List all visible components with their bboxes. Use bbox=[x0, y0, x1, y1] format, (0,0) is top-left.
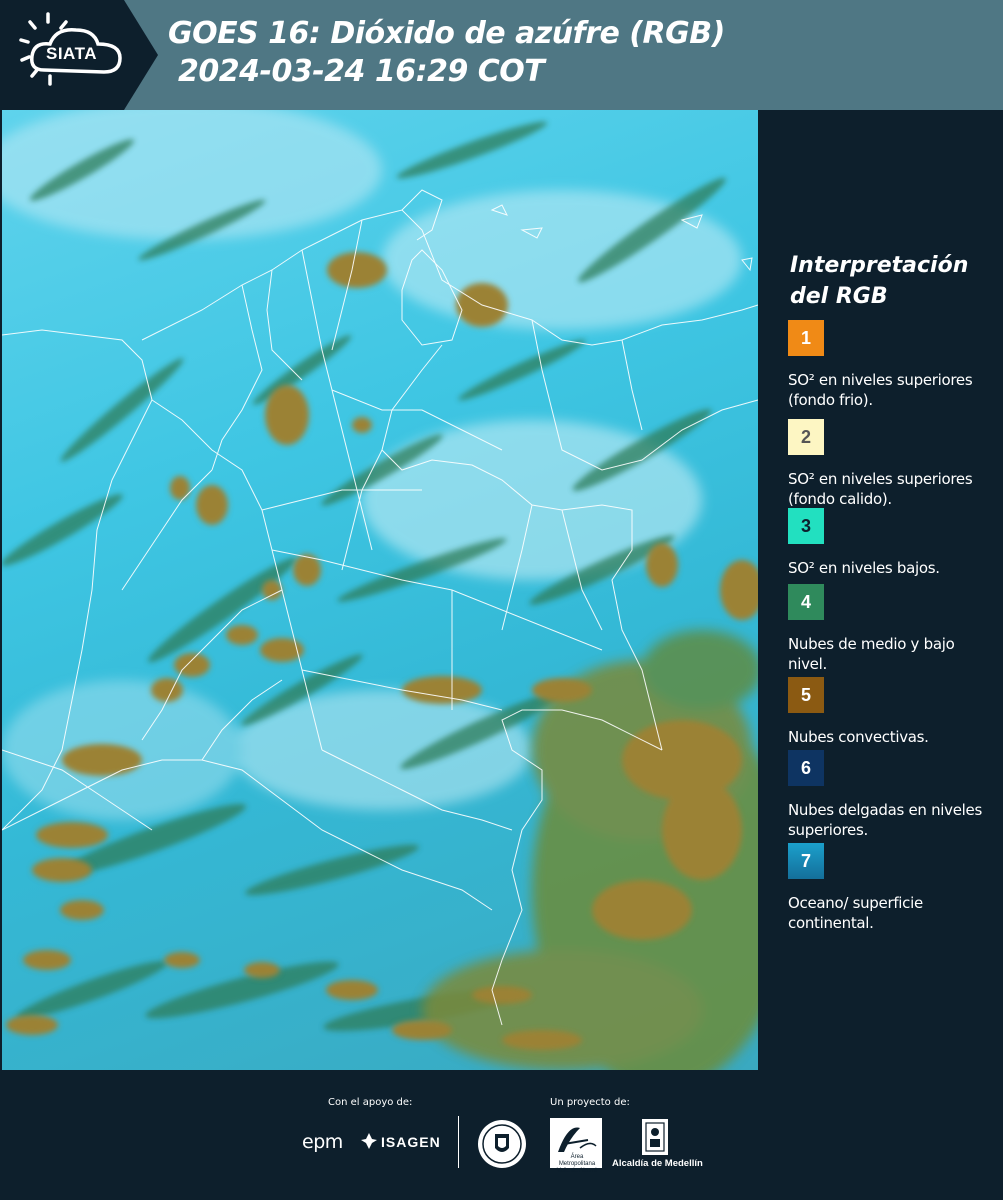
legend-description: Oceano/ superficie continental. bbox=[788, 894, 923, 932]
legend-item-6: 6 Nubes delgadas en niveles superiores. bbox=[788, 750, 993, 840]
area-metropolitana-text: Área Metropolitana Valle de Aburrá bbox=[556, 1154, 598, 1174]
legend-item-2: 2 SO² en niveles superiores (fondo calid… bbox=[788, 419, 993, 509]
legend-description: Nubes convectivas. bbox=[788, 728, 929, 746]
legend-description: Nubes delgadas en niveles superiores. bbox=[788, 801, 982, 839]
legend-swatch-6: 6 bbox=[788, 750, 824, 786]
legend-panel: Interpretación del RGB 1 SO² en niveles … bbox=[760, 110, 1003, 1070]
legend-swatch-4: 4 bbox=[788, 584, 824, 620]
siata-logo: SIATA bbox=[0, 0, 158, 110]
legend-swatch-7: 7 bbox=[788, 843, 824, 879]
isagen-logo: ISAGEN bbox=[381, 1134, 441, 1150]
legend-description: SO² en niveles superiores (fondo frio). bbox=[788, 371, 973, 409]
project-label: Un proyecto de: bbox=[550, 1097, 630, 1108]
legend-number: 3 bbox=[800, 515, 811, 536]
legend-swatch-5: 5 bbox=[788, 677, 824, 713]
footer: Con el apoyo de: Un proyecto de: epm ISA… bbox=[0, 1070, 1003, 1200]
legend-item-1: 1 SO² en niveles superiores (fondo frio)… bbox=[788, 320, 993, 410]
legend-item-7: 7 Oceano/ superficie continental. bbox=[788, 843, 993, 933]
legend-swatch-3: 3 bbox=[788, 508, 824, 544]
legend-item-4: 4 Nubes de medio y bajo nivel. bbox=[788, 584, 993, 674]
legend-item-3: 3 SO² en niveles bajos. bbox=[788, 508, 993, 578]
epm-logo: epm bbox=[302, 1131, 343, 1153]
alcaldia-medellin-logo: Alcaldía de Medellín bbox=[612, 1158, 703, 1169]
legend-description: SO² en niveles superiores (fondo calido)… bbox=[788, 470, 973, 508]
logo-text: SIATA bbox=[46, 44, 97, 63]
support-label: Con el apoyo de: bbox=[328, 1097, 413, 1108]
alcaldia-shield-icon bbox=[642, 1119, 668, 1155]
footer-divider bbox=[458, 1116, 459, 1168]
legend-swatch-1: 1 bbox=[788, 320, 824, 356]
legend-number: 2 bbox=[800, 426, 811, 447]
isagen-icon bbox=[361, 1133, 377, 1149]
header-bar: SIATA GOES 16: Dióxido de azúfre (RGB) 2… bbox=[0, 0, 1003, 110]
medellin-seal-icon bbox=[478, 1120, 526, 1168]
legend-number: 7 bbox=[800, 850, 811, 871]
legend-number: 6 bbox=[800, 757, 811, 778]
legend-description: Nubes de medio y bajo nivel. bbox=[788, 635, 955, 673]
legend-number: 5 bbox=[800, 684, 811, 705]
legend-title: Interpretación del RGB bbox=[790, 253, 969, 309]
legend-number: 1 bbox=[800, 327, 811, 348]
legend-swatch-2: 2 bbox=[788, 419, 824, 455]
legend-number: 4 bbox=[800, 591, 811, 612]
timestamp: 2024-03-24 16:29 COT bbox=[178, 54, 545, 89]
page-title: GOES 16: Dióxido de azúfre (RGB) bbox=[168, 16, 725, 51]
legend-description: SO² en niveles bajos. bbox=[788, 559, 940, 577]
satellite-imagery bbox=[2, 110, 758, 1070]
legend-item-5: 5 Nubes convectivas. bbox=[788, 677, 993, 747]
satellite-map bbox=[2, 110, 758, 1070]
